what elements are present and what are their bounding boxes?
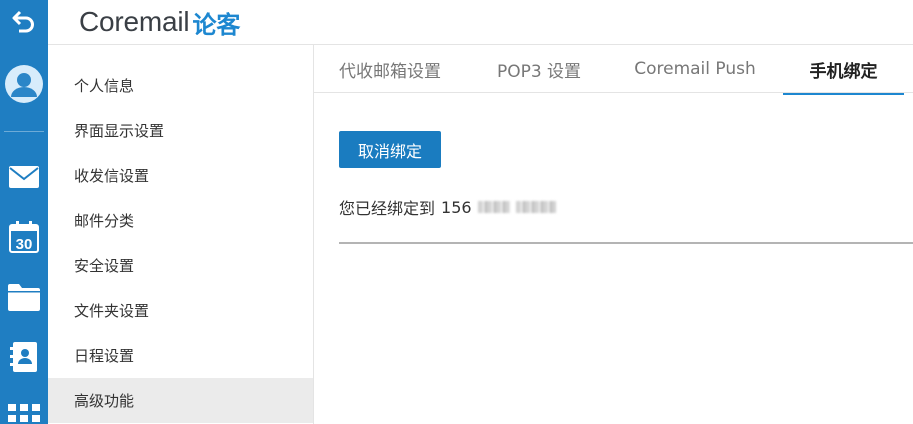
rail-divider (4, 131, 44, 132)
phone-number-masked-part-1 (477, 201, 510, 213)
menu-item-mail-categories[interactable]: 邮件分类 (48, 198, 313, 243)
tab-pop3-settings[interactable]: POP3 设置 (494, 45, 584, 93)
menu-item-personal-info[interactable]: 个人信息 (48, 63, 313, 108)
coremail-logo[interactable]: Coremail 论客 (79, 5, 240, 39)
contacts-icon[interactable] (0, 340, 48, 374)
menu-item-advanced-features[interactable]: 高级功能 (48, 378, 313, 423)
phone-number-masked-part-2 (515, 201, 556, 213)
tab-phone-binding[interactable]: 手机绑定 (783, 45, 904, 95)
unbind-button[interactable]: 取消绑定 (339, 131, 441, 168)
tab-bar: 代收邮箱设置 POP3 设置 Coremail Push 手机绑定 (314, 44, 913, 95)
menu-item-schedule-settings[interactable]: 日程设置 (48, 333, 313, 378)
phone-number-visible: 156 (441, 197, 472, 217)
calendar-day-number: 30 (16, 236, 33, 253)
menu-item-security-settings[interactable]: 安全设置 (48, 243, 313, 288)
menu-item-folder-settings[interactable]: 文件夹设置 (48, 288, 313, 333)
bound-phone-text: 您已经绑定到 156 (339, 195, 556, 219)
content-divider (339, 242, 913, 244)
app-window: 30 Coremail 论客 个人信息 界面显示设置 收发信设置 邮件分类 安全… (0, 0, 913, 424)
logo-chinese-mark: 论客 (192, 10, 241, 39)
settings-menu: 个人信息 界面显示设置 收发信设置 邮件分类 安全设置 文件夹设置 日程设置 高… (48, 44, 314, 424)
tab-external-mailbox[interactable]: 代收邮箱设置 (336, 45, 444, 93)
tab-coremail-push[interactable]: Coremail Push (634, 45, 756, 93)
mail-icon[interactable] (0, 162, 48, 192)
phone-binding-panel: 取消绑定 您已经绑定到 156 (314, 93, 913, 424)
folder-icon[interactable] (0, 280, 48, 314)
apps-grid-icon[interactable] (0, 398, 48, 424)
icon-rail: 30 (0, 0, 48, 424)
logo-wordmark: Coremail (79, 6, 190, 37)
bound-prefix: 您已经绑定到 (339, 199, 436, 218)
back-arrow-icon[interactable] (0, 0, 48, 42)
menu-item-send-receive-settings[interactable]: 收发信设置 (48, 153, 313, 198)
menu-item-display-settings[interactable]: 界面显示设置 (48, 108, 313, 153)
calendar-icon[interactable]: 30 (0, 220, 48, 254)
header: Coremail 论客 (48, 0, 913, 44)
avatar[interactable] (0, 62, 48, 106)
